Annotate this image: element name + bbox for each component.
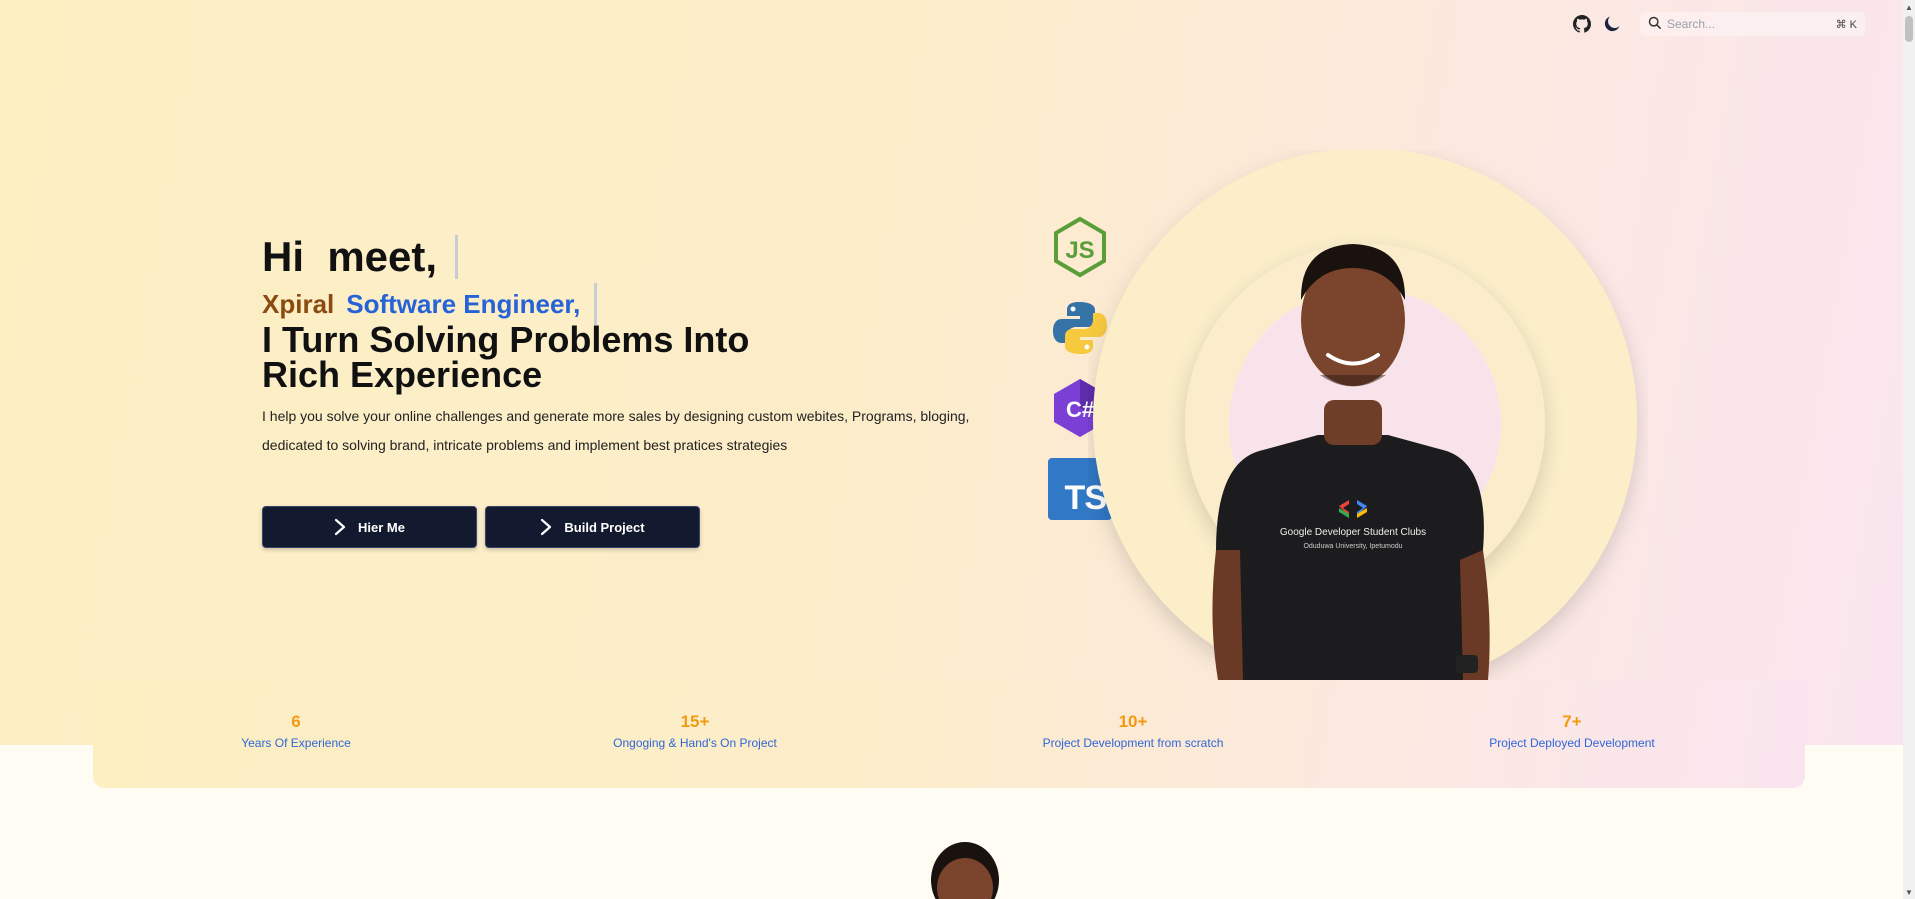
stat-label: Years Of Experience bbox=[241, 736, 351, 750]
greeting-text: Hi meet, bbox=[262, 233, 438, 280]
role-title: Software Engineer, bbox=[346, 288, 581, 319]
stat-value: 15+ bbox=[680, 712, 710, 731]
moon-icon[interactable] bbox=[1600, 12, 1624, 36]
stat-scratch: 10+ Project Development from scratch bbox=[1043, 712, 1224, 750]
headline: I Turn Solving Problems Into Rich Experi… bbox=[262, 319, 822, 395]
headline-line-1: I Turn Solving Problems Into bbox=[262, 319, 750, 360]
profile-portrait: Google Developer Student Clubs Oduduwa U… bbox=[1088, 150, 1648, 680]
stat-value: 10+ bbox=[1118, 712, 1148, 731]
scroll-down-icon[interactable]: ▼ bbox=[1903, 885, 1915, 899]
about-avatar bbox=[925, 840, 1005, 899]
stat-label: Project Development from scratch bbox=[1042, 736, 1224, 750]
top-nav bbox=[1570, 12, 1630, 36]
github-icon[interactable] bbox=[1570, 12, 1594, 36]
stat-value: 6 bbox=[291, 712, 301, 731]
stat-label: Ongoging & Hand's On Project bbox=[613, 736, 777, 750]
shirt-text-2: Oduduwa University, Ipetumodu bbox=[1303, 543, 1402, 550]
headline-line-2: Rich Experience bbox=[262, 354, 543, 395]
greeting: Hi meet, bbox=[262, 233, 459, 281]
build-project-button[interactable]: Build Project bbox=[485, 506, 700, 548]
brand-name: Xpiral bbox=[262, 288, 335, 319]
stat-deployed: 7+ Project Deployed Development bbox=[1489, 712, 1654, 750]
scroll-up-icon[interactable]: ▲ bbox=[1903, 0, 1915, 14]
chevron-right-icon bbox=[334, 518, 346, 536]
hire-me-button[interactable]: Hier Me bbox=[262, 506, 477, 548]
scroll-thumb[interactable] bbox=[1905, 16, 1913, 42]
stat-ongoing: 15+ Ongoging & Hand's On Project bbox=[613, 712, 777, 750]
hero-description: I help you solve your online challenges … bbox=[262, 408, 970, 453]
shirt-text-1: Google Developer Student Clubs bbox=[1280, 527, 1426, 538]
search-bar[interactable]: Search... ⌘ K bbox=[1640, 12, 1865, 36]
search-shortcut: ⌘ K bbox=[1835, 18, 1857, 31]
page-scrollbar[interactable]: ▲ ▼ bbox=[1903, 0, 1915, 899]
chevron-right-icon bbox=[540, 518, 552, 536]
search-icon bbox=[1648, 16, 1661, 32]
stat-value: 7+ bbox=[1562, 712, 1582, 731]
stat-years: 6 Years Of Experience bbox=[241, 712, 351, 750]
typing-caret bbox=[455, 235, 459, 279]
build-project-label: Build Project bbox=[564, 519, 645, 535]
stat-label: Project Deployed Development bbox=[1489, 736, 1655, 750]
search-placeholder: Search... bbox=[1667, 17, 1716, 31]
hire-me-label: Hier Me bbox=[358, 519, 405, 535]
